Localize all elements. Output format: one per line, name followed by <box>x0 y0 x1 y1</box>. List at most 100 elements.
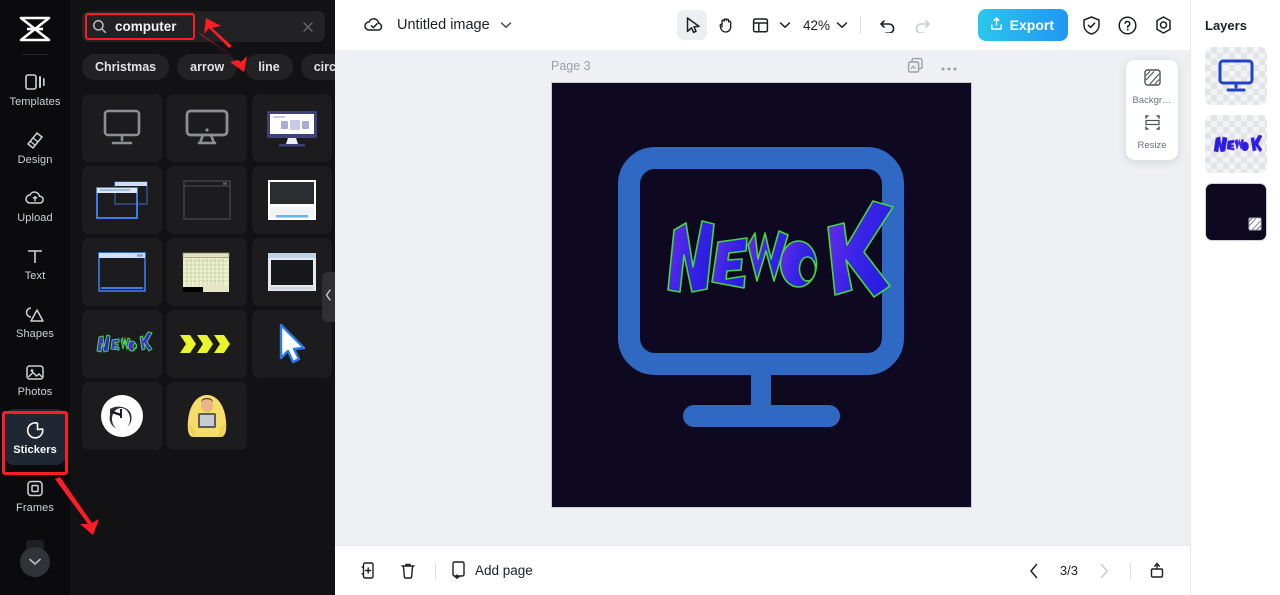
sidebar-item-label: Shapes <box>16 328 54 340</box>
sticker-retro-window-blue[interactable] <box>82 166 162 234</box>
add-page-label: Add page <box>475 563 533 578</box>
sticker-green-grid-window[interactable] <box>167 238 247 306</box>
background-icon <box>1143 68 1162 92</box>
export-button[interactable]: Export <box>977 9 1068 41</box>
zoom-level[interactable]: 42% <box>803 18 830 33</box>
sticker-monitor-wide[interactable] <box>167 94 247 162</box>
page-tools <box>907 57 958 79</box>
export-label: Export <box>1009 17 1054 33</box>
rail-expand-button[interactable] <box>20 547 50 577</box>
left-rail: Templates Design Upload Text Shapes Phot… <box>0 0 70 595</box>
duplicate-page-icon[interactable] <box>907 57 924 79</box>
design-canvas[interactable] <box>551 82 972 508</box>
page-indicator: 3/3 <box>1059 563 1078 578</box>
page-grid-icon[interactable] <box>1144 558 1170 584</box>
layer-item-monitor[interactable] <box>1204 47 1267 105</box>
gear-icon[interactable] <box>1150 12 1176 38</box>
resize-icon <box>1143 113 1162 137</box>
page-navigation: 3/3 <box>1021 558 1170 584</box>
select-tool-button[interactable] <box>677 10 707 40</box>
frames-icon <box>24 476 46 498</box>
canvas-artwork <box>552 83 971 507</box>
sticker-network-graffiti[interactable] <box>82 310 162 378</box>
top-toolbar: Untitled image 42% Export <box>335 0 1190 50</box>
toolbar-divider <box>860 16 862 34</box>
sidebar-item-label: Photos <box>17 386 53 398</box>
sidebar-item-templates[interactable]: Templates <box>4 61 66 117</box>
sidebar-item-label: Text <box>24 270 46 282</box>
panel-collapse-button[interactable] <box>322 272 335 322</box>
background-badge-icon <box>1247 217 1262 236</box>
bottom-divider <box>435 561 436 580</box>
sticker-dark-window[interactable] <box>167 166 247 234</box>
chip-arrow[interactable]: arrow <box>177 54 238 80</box>
bottom-divider-2 <box>1130 561 1131 580</box>
background-tool-button[interactable]: Backgr… <box>1126 68 1178 106</box>
sidebar-item-shapes[interactable]: Shapes <box>4 293 66 349</box>
sidebar-item-upload[interactable]: Upload <box>4 177 66 233</box>
more-horizontal-icon[interactable] <box>940 59 958 77</box>
layers-title: Layers <box>1205 18 1247 33</box>
chip-christmas[interactable]: Christmas <box>82 54 170 80</box>
search-value[interactable]: computer <box>115 19 301 34</box>
add-page-button[interactable]: Add page <box>450 560 533 582</box>
question-circle-icon[interactable] <box>1114 12 1140 38</box>
chip-line[interactable]: line <box>245 54 293 80</box>
sticker-mouse-device[interactable] <box>82 382 162 450</box>
sticker-monitor-outline[interactable] <box>82 94 162 162</box>
sidebar-item-label: Upload <box>17 212 53 224</box>
sticker-blue-window-frame[interactable] <box>82 238 162 306</box>
sticker-imac-desktop[interactable] <box>252 94 332 162</box>
suggested-tag-chips: Christmas arrow line circl <box>82 54 335 80</box>
layout-caret-icon[interactable] <box>779 16 791 34</box>
sticker-yellow-arrows[interactable] <box>167 310 247 378</box>
chevron-down-icon[interactable] <box>500 16 512 34</box>
chip-circle[interactable]: circl <box>300 54 335 80</box>
duplicate-icon[interactable] <box>355 558 381 584</box>
prev-page-button[interactable] <box>1021 558 1047 584</box>
resize-tool-button[interactable]: Resize <box>1126 113 1178 151</box>
search-input[interactable]: computer <box>82 11 325 42</box>
close-icon[interactable] <box>301 20 315 34</box>
redo-button[interactable] <box>907 10 937 40</box>
cloud-saved-icon[interactable] <box>363 14 385 36</box>
upload-box-icon <box>989 16 1004 34</box>
capcut-logo-icon[interactable] <box>14 12 56 46</box>
shapes-icon <box>24 302 46 324</box>
zoom-caret-icon[interactable] <box>836 16 848 34</box>
sticker-mouse-cursor-pixel[interactable] <box>252 310 332 378</box>
stickers-icon <box>24 418 46 440</box>
trash-icon[interactable] <box>395 558 421 584</box>
layer-item-network-text[interactable] <box>1204 115 1267 173</box>
sticker-classic-window[interactable] <box>252 238 332 306</box>
canvas-workspace[interactable]: Page 3 Backgr… Resize <box>335 50 1190 545</box>
upload-cloud-icon <box>24 186 46 208</box>
add-page-icon <box>450 560 468 582</box>
layout-tool-button[interactable] <box>745 10 775 40</box>
sticker-window-light-frame[interactable] <box>252 166 332 234</box>
next-page-button[interactable] <box>1091 558 1117 584</box>
chevron-left-icon <box>325 288 332 306</box>
editor-area: Untitled image 42% Export Page 3 Backgr…… <box>335 0 1190 595</box>
background-tool-label: Backgr… <box>1132 95 1172 106</box>
sidebar-item-label: Stickers <box>13 444 57 456</box>
sidebar-item-stickers[interactable]: Stickers <box>4 409 66 465</box>
shield-check-icon[interactable] <box>1078 12 1104 38</box>
sidebar-item-label: Design <box>17 154 53 166</box>
app-root: Templates Design Upload Text Shapes Phot… <box>0 0 1280 595</box>
sidebar-item-text[interactable]: Text <box>4 235 66 291</box>
hand-tool-button[interactable] <box>711 10 741 40</box>
sidebar-item-photos[interactable]: Photos <box>4 351 66 407</box>
templates-icon <box>24 70 46 92</box>
rail-divider <box>22 54 48 55</box>
undo-button[interactable] <box>873 10 903 40</box>
sidebar-item-design[interactable]: Design <box>4 119 66 175</box>
sidebar-item-label: Templates <box>9 96 61 108</box>
photos-icon <box>24 360 46 382</box>
sticker-person-blanket-laptop[interactable] <box>167 382 247 450</box>
sidebar-item-frames[interactable]: Frames <box>4 467 66 523</box>
bottom-toolbar: Add page 3/3 <box>335 545 1190 595</box>
sticker-results-grid <box>82 94 335 450</box>
document-title[interactable]: Untitled image <box>397 17 490 33</box>
layer-item-background[interactable] <box>1204 183 1267 241</box>
